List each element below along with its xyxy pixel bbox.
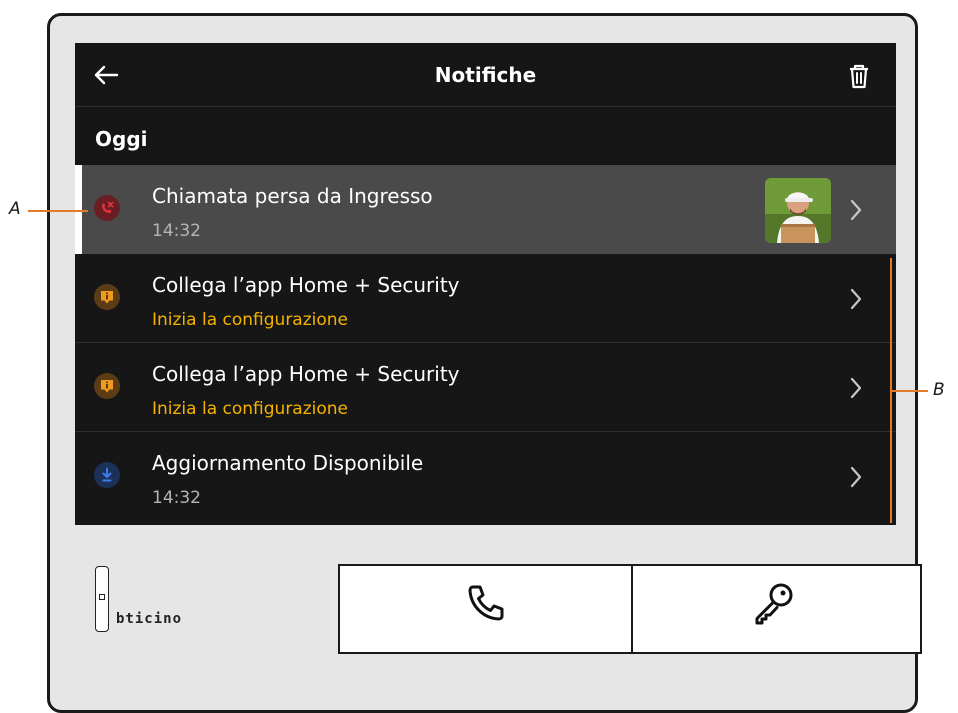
phone-icon [468,585,504,621]
notification-subtitle-link[interactable]: Inizia la configurazione [152,310,348,330]
page-title: Notifiche [434,63,537,87]
notification-time: 14:32 [152,221,201,241]
key-icon [755,583,793,625]
device-led [99,594,105,600]
brand-logo: bticino [116,611,183,627]
notification-time: 14:32 [152,488,201,508]
notification-title: Collega l’app Home + Security [152,362,460,386]
top-bar: Notifiche [75,43,896,107]
callout-line-a [28,210,88,212]
notification-subtitle-link[interactable]: Inizia la configurazione [152,399,348,419]
chevron-right-icon[interactable] [849,287,863,311]
notification-title: Chiamata persa da Ingresso [152,184,433,208]
screen: Notifiche Oggi Chiamata persa da Ingress… [75,43,896,525]
chevron-right-icon[interactable] [849,376,863,400]
section-label-today: Oggi [95,127,148,151]
notification-row-connect-app[interactable]: Collega l’app Home + Security Inizia la … [75,343,896,432]
notification-title: Collega l’app Home + Security [152,273,460,297]
missed-call-icon [94,195,120,221]
info-alert-icon [94,373,120,399]
download-icon [94,462,120,488]
notification-row-update[interactable]: Aggiornamento Disponibile 14:32 [75,432,896,521]
chevron-right-icon[interactable] [849,198,863,222]
info-alert-icon [94,284,120,310]
callout-line-b [890,390,928,392]
visitor-snapshot-thumbnail[interactable] [765,178,831,243]
callout-label-b: B [933,380,945,400]
answer-call-button[interactable] [338,564,633,654]
chevron-right-icon[interactable] [849,465,863,489]
notification-row-connect-app[interactable]: Collega l’app Home + Security Inizia la … [75,254,896,343]
trash-icon[interactable] [848,63,870,89]
door-unlock-button[interactable] [631,564,922,654]
callout-label-a: A [9,199,21,219]
notification-title: Aggiornamento Disponibile [152,451,424,475]
notification-row-missed-call[interactable]: Chiamata persa da Ingresso 14:32 [75,165,896,254]
